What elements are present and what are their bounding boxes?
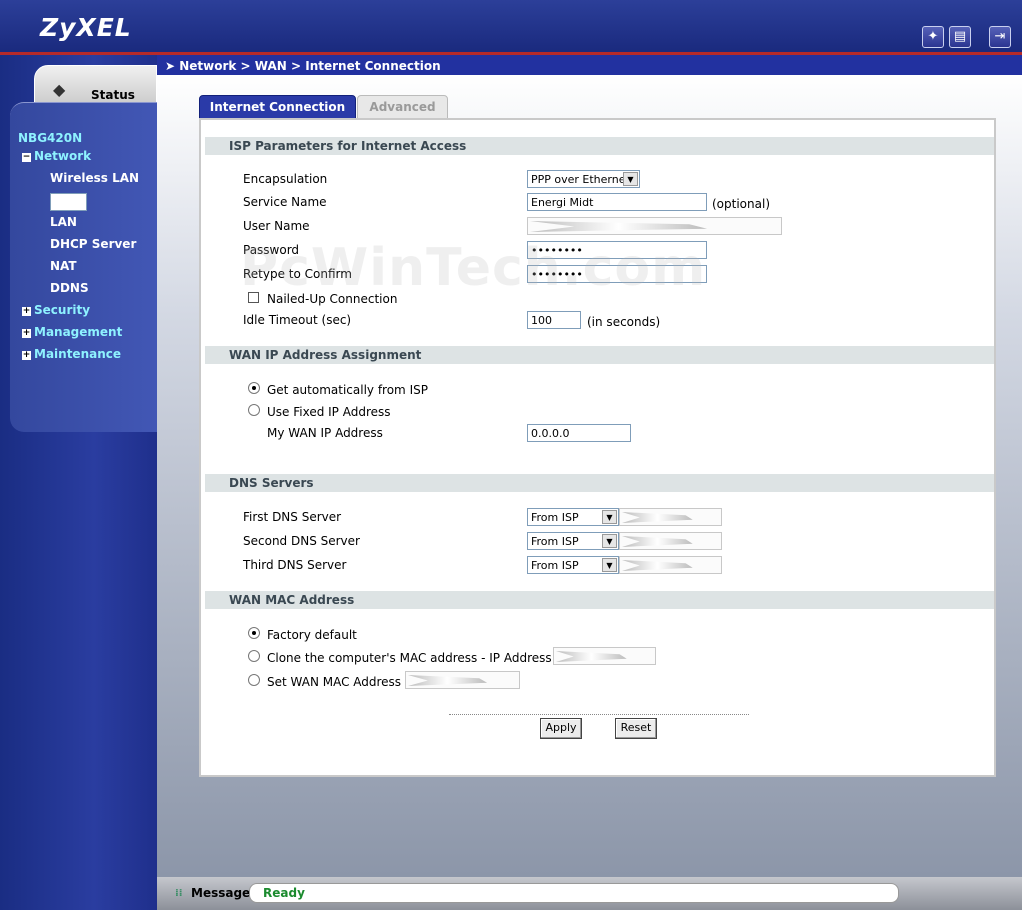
sidebar-item-maintenance[interactable]: + Maintenance bbox=[22, 347, 121, 361]
breadcrumb-arrow-icon: ➤ bbox=[165, 59, 180, 73]
collapse-icon[interactable]: − bbox=[22, 153, 31, 162]
expand-icon[interactable]: + bbox=[22, 329, 31, 338]
first-dns-label: First DNS Server bbox=[243, 510, 342, 524]
service-name-label: Service Name bbox=[243, 195, 327, 209]
sidebar-item-wireless-lan[interactable]: Wireless LAN bbox=[50, 171, 139, 185]
expand-icon[interactable]: + bbox=[22, 351, 31, 360]
password-label: Password bbox=[243, 243, 300, 257]
user-name-input[interactable] bbox=[527, 217, 782, 235]
breadcrumb: ➤ Network > WAN > Internet Connection bbox=[157, 55, 1022, 75]
expand-icon[interactable]: + bbox=[22, 307, 31, 316]
wizard-icon[interactable]: ✦ bbox=[922, 26, 944, 48]
second-dns-label: Second DNS Server bbox=[243, 534, 360, 548]
chevron-down-icon: ▼ bbox=[623, 172, 638, 186]
password-input[interactable]: •••••••• bbox=[527, 241, 707, 259]
redaction-mark bbox=[622, 536, 693, 547]
sidebar-item-wan[interactable]: WAN bbox=[50, 193, 88, 211]
about-icon[interactable]: ▤ bbox=[949, 26, 971, 48]
clone-mac-label: Clone the computer's MAC address - IP Ad… bbox=[267, 651, 552, 665]
service-name-input[interactable]: Energi Midt bbox=[527, 193, 707, 211]
menu-panel: NBG420N − Network Wireless LAN WAN LAN DH… bbox=[10, 102, 157, 432]
chevron-down-icon: ▼ bbox=[602, 510, 617, 524]
redaction-mark bbox=[408, 675, 488, 686]
get-auto-label: Get automatically from ISP bbox=[267, 383, 428, 397]
message-grip-icon: ⁞⁞ bbox=[175, 888, 183, 899]
my-wan-ip-label: My WAN IP Address bbox=[267, 426, 383, 440]
apply-button[interactable]: Apply bbox=[540, 718, 582, 739]
factory-default-radio[interactable] bbox=[248, 627, 260, 639]
in-seconds-hint: (in seconds) bbox=[587, 315, 661, 329]
second-dns-select[interactable]: From ISP ▼ bbox=[527, 532, 619, 550]
zyxel-logo: ZyXEL bbox=[40, 13, 132, 42]
tab-internet-connection[interactable]: Internet Connection bbox=[199, 95, 356, 119]
top-header: ZyXEL ✦ ▤ ⇥ bbox=[0, 0, 1022, 52]
factory-default-label: Factory default bbox=[267, 628, 357, 642]
fixed-ip-label: Use Fixed IP Address bbox=[267, 405, 391, 419]
first-dns-select[interactable]: From ISP ▼ bbox=[527, 508, 619, 526]
message-label: Message bbox=[191, 886, 251, 900]
redaction-mark bbox=[622, 560, 693, 571]
sidebar-item-dhcp-server[interactable]: DHCP Server bbox=[50, 237, 136, 251]
sidebar-item-security[interactable]: + Security bbox=[22, 303, 90, 317]
clone-ip-input[interactable] bbox=[553, 647, 656, 665]
message-box: Ready bbox=[249, 883, 899, 903]
clone-mac-radio[interactable] bbox=[248, 650, 260, 662]
router-icon: ◆ bbox=[53, 80, 66, 99]
section-dns-servers: DNS Servers bbox=[205, 474, 994, 492]
third-dns-input[interactable] bbox=[619, 556, 722, 574]
idle-timeout-input[interactable]: 100 bbox=[527, 311, 581, 329]
third-dns-label: Third DNS Server bbox=[243, 558, 347, 572]
optional-hint: (optional) bbox=[712, 197, 770, 211]
logout-icon[interactable]: ⇥ bbox=[989, 26, 1011, 48]
set-mac-input[interactable] bbox=[405, 671, 520, 689]
third-dns-select[interactable]: From ISP ▼ bbox=[527, 556, 619, 574]
get-auto-radio[interactable] bbox=[248, 382, 260, 394]
nailed-up-checkbox[interactable] bbox=[248, 292, 259, 303]
tab-advanced[interactable]: Advanced bbox=[357, 95, 448, 119]
sidebar-item-management[interactable]: + Management bbox=[22, 325, 122, 339]
breadcrumb-text: Network > WAN > Internet Connection bbox=[179, 59, 441, 73]
section-wan-ip: WAN IP Address Assignment bbox=[205, 346, 994, 364]
section-isp-parameters: ISP Parameters for Internet Access bbox=[205, 137, 994, 155]
button-divider bbox=[449, 714, 749, 715]
reset-button[interactable]: Reset bbox=[615, 718, 657, 739]
encapsulation-label: Encapsulation bbox=[243, 172, 328, 186]
nailed-up-label: Nailed-Up Connection bbox=[267, 292, 398, 306]
my-wan-ip-input[interactable]: 0.0.0.0 bbox=[527, 424, 631, 442]
retype-input[interactable]: •••••••• bbox=[527, 265, 707, 283]
chevron-down-icon: ▼ bbox=[602, 558, 617, 572]
idle-timeout-label: Idle Timeout (sec) bbox=[243, 313, 352, 327]
sidebar-item-nat[interactable]: NAT bbox=[50, 259, 77, 273]
first-dns-input[interactable] bbox=[619, 508, 722, 526]
redaction-mark bbox=[556, 651, 627, 662]
redaction-mark bbox=[622, 512, 693, 523]
fixed-ip-radio[interactable] bbox=[248, 404, 260, 416]
redaction-mark bbox=[530, 221, 708, 232]
device-model: NBG420N bbox=[18, 131, 83, 145]
chevron-down-icon: ▼ bbox=[602, 534, 617, 548]
section-wan-mac: WAN MAC Address bbox=[205, 591, 994, 609]
sidebar: ◆ Status NBG420N − Network Wireless LAN W… bbox=[0, 55, 157, 910]
sidebar-item-lan[interactable]: LAN bbox=[50, 215, 77, 229]
sidebar-item-network[interactable]: − Network bbox=[22, 149, 91, 163]
status-tab-label: Status bbox=[91, 88, 135, 102]
settings-panel: ISP Parameters for Internet Access Encap… bbox=[199, 118, 996, 777]
encapsulation-select[interactable]: PPP over Ethernet ▼ bbox=[527, 170, 640, 188]
retype-label: Retype to Confirm bbox=[243, 267, 352, 281]
user-name-label: User Name bbox=[243, 219, 310, 233]
set-mac-label: Set WAN MAC Address bbox=[267, 675, 402, 689]
set-mac-radio[interactable] bbox=[248, 674, 260, 686]
message-bar: ⁞⁞ Message Ready bbox=[157, 877, 1022, 910]
sidebar-item-ddns[interactable]: DDNS bbox=[50, 281, 89, 295]
second-dns-input[interactable] bbox=[619, 532, 722, 550]
